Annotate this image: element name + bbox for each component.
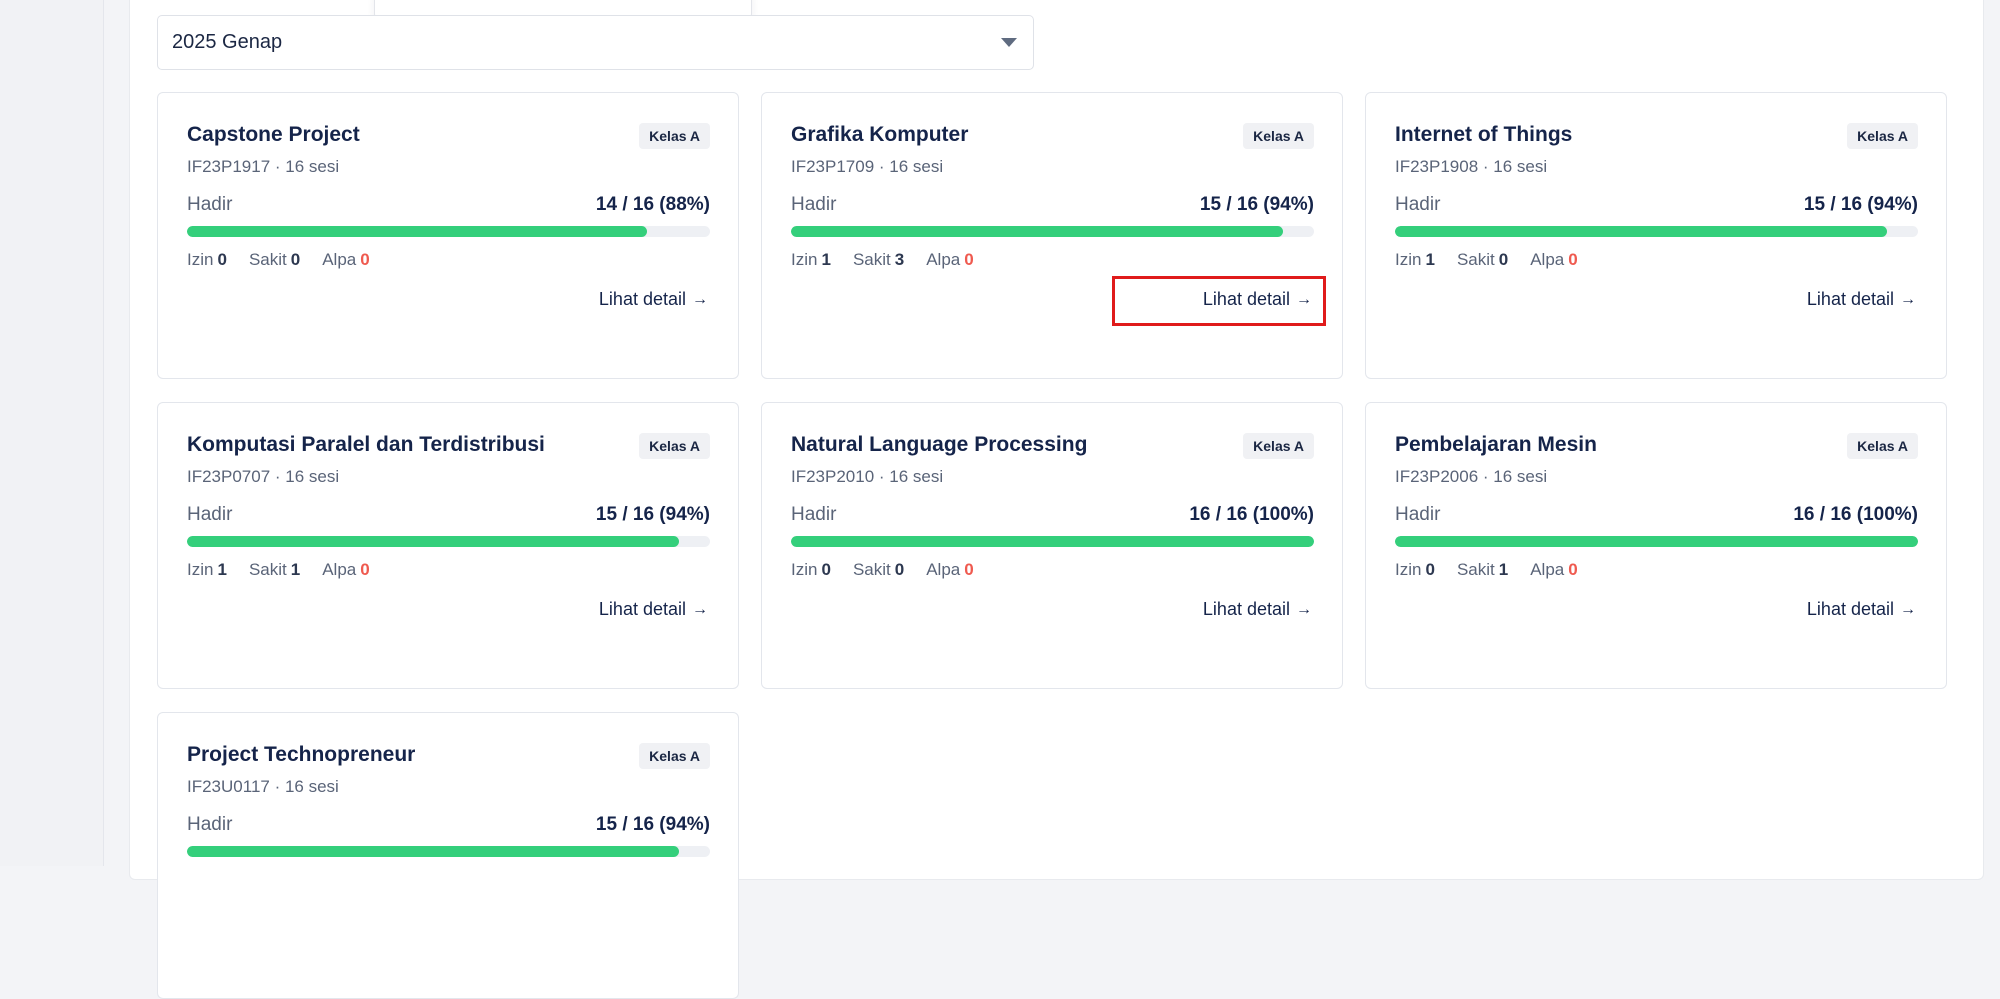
course-meta: IF23P2010 · 16 sesi — [791, 467, 944, 486]
attendance-progress — [1395, 536, 1918, 547]
attendance-progress — [791, 226, 1314, 237]
attendance-value: 14 / 16 (88%) — [595, 194, 710, 215]
course-card: Internet of Things Kelas A IF23P1908 · 1… — [1365, 92, 1947, 379]
attendance-progress-fill — [1395, 226, 1887, 237]
attendance-label: Hadir — [187, 814, 233, 835]
stat-alpa: Alpa 0 — [926, 250, 974, 269]
semester-select-value: 2025 Genap — [172, 31, 283, 53]
attendance-label: Hadir — [1395, 504, 1441, 525]
view-detail-link[interactable]: Lihat detail → — [1203, 289, 1312, 310]
attendance-stats: Izin 0 Sakit 0 Alpa 0 — [187, 250, 370, 270]
attendance-label: Hadir — [1395, 194, 1441, 215]
course-title: Pembelajaran Mesin — [1395, 433, 1597, 456]
stat-izin: Izin 1 — [1395, 250, 1435, 269]
attendance-progress-fill — [187, 226, 648, 237]
sidebar — [0, 0, 104, 866]
attendance-stats: Izin 0 Sakit 0 Alpa 0 — [791, 560, 974, 580]
attendance-stats: Izin 0 Sakit 1 Alpa 0 — [1395, 560, 1578, 580]
attendance-progress — [187, 536, 710, 547]
attendance-progress-fill — [1395, 536, 1918, 547]
stat-alpa: Alpa 0 — [322, 560, 370, 579]
attendance-progress — [187, 846, 710, 857]
class-badge: Kelas A — [639, 123, 710, 149]
course-meta: IF23P2006 · 16 sesi — [1395, 467, 1548, 486]
class-badge: Kelas A — [1847, 123, 1918, 149]
arrow-right-icon: → — [1296, 600, 1312, 618]
course-title: Natural Language Processing — [791, 433, 1088, 456]
course-card: Capstone Project Kelas A IF23P1917 · 16 … — [157, 92, 739, 379]
stat-sakit: Sakit 1 — [1456, 560, 1509, 579]
stat-alpa: Alpa 0 — [1530, 250, 1578, 269]
view-detail-link[interactable]: Lihat detail → — [1807, 599, 1916, 620]
class-badge: Kelas A — [639, 743, 710, 769]
class-badge: Kelas A — [1847, 433, 1918, 459]
attendance-progress — [187, 226, 710, 237]
attendance-value: 15 / 16 (94%) — [595, 504, 710, 525]
arrow-right-icon: → — [1900, 600, 1916, 618]
arrow-right-icon: → — [692, 290, 708, 308]
attendance-value: 15 / 16 (94%) — [595, 814, 710, 835]
course-meta: IF23P1709 · 16 sesi — [791, 157, 944, 176]
course-meta: IF23P0707 · 16 sesi — [187, 467, 340, 486]
attendance-value: 15 / 16 (94%) — [1803, 194, 1918, 215]
arrow-right-icon: → — [692, 600, 708, 618]
stat-izin: Izin 1 — [791, 250, 831, 269]
attendance-progress-fill — [791, 226, 1283, 237]
attendance-progress-fill — [791, 536, 1314, 547]
course-title: Grafika Komputer — [791, 123, 969, 146]
course-title: Internet of Things — [1395, 123, 1573, 146]
stat-sakit: Sakit 0 — [248, 250, 301, 269]
stat-izin: Izin 1 — [187, 560, 227, 579]
attendance-label: Hadir — [791, 194, 837, 215]
view-detail-link[interactable]: Lihat detail → — [599, 599, 708, 620]
course-title: Capstone Project — [187, 123, 360, 146]
stat-sakit: Sakit 0 — [852, 560, 905, 579]
arrow-right-icon: → — [1296, 290, 1312, 308]
course-card: Pembelajaran Mesin Kelas A IF23P2006 · 1… — [1365, 402, 1947, 689]
class-badge: Kelas A — [1243, 433, 1314, 459]
stat-alpa: Alpa 0 — [1530, 560, 1578, 579]
view-detail-link[interactable]: Lihat detail → — [1807, 289, 1916, 310]
arrow-right-icon: → — [1900, 290, 1916, 308]
course-card: Natural Language Processing Kelas A IF23… — [761, 402, 1343, 689]
attendance-label: Hadir — [187, 504, 233, 525]
course-meta: IF23P1917 · 16 sesi — [187, 157, 340, 176]
attendance-stats: Izin 1 Sakit 0 Alpa 0 — [1395, 250, 1578, 270]
attendance-progress-fill — [187, 846, 679, 857]
view-detail-link[interactable]: Lihat detail → — [1203, 599, 1312, 620]
attendance-stats: Izin 1 Sakit 3 Alpa 0 — [791, 250, 974, 270]
stat-sakit: Sakit 3 — [852, 250, 905, 269]
semester-select[interactable]: 2025 Genap — [157, 15, 1034, 70]
caret-down-icon — [1001, 38, 1017, 47]
attendance-value: 16 / 16 (100%) — [1793, 504, 1918, 525]
course-meta: IF23P1908 · 16 sesi — [1395, 157, 1548, 176]
view-detail-link[interactable]: Lihat detail → — [599, 289, 708, 310]
stat-alpa: Alpa 0 — [322, 250, 370, 269]
attendance-label: Hadir — [791, 504, 837, 525]
attendance-label: Hadir — [187, 194, 233, 215]
course-card: Grafika Komputer Kelas A IF23P1709 · 16 … — [761, 92, 1343, 379]
stat-izin: Izin 0 — [1395, 560, 1435, 579]
course-card: Komputasi Paralel dan Terdistribusi Kela… — [157, 402, 739, 689]
attendance-value: 16 / 16 (100%) — [1189, 504, 1314, 525]
attendance-progress — [791, 536, 1314, 547]
attendance-progress-fill — [187, 536, 679, 547]
course-card: Project Technopreneur Kelas A IF23U0117 … — [157, 712, 739, 999]
course-meta: IF23U0117 · 16 sesi — [187, 777, 339, 796]
attendance-value: 15 / 16 (94%) — [1199, 194, 1314, 215]
class-badge: Kelas A — [639, 433, 710, 459]
stat-izin: Izin 0 — [791, 560, 831, 579]
attendance-stats: Izin 1 Sakit 1 Alpa 0 — [187, 560, 370, 580]
attendance-progress — [1395, 226, 1918, 237]
stat-sakit: Sakit 0 — [1456, 250, 1509, 269]
course-title: Project Technopreneur — [187, 743, 416, 766]
stat-alpa: Alpa 0 — [926, 560, 974, 579]
stat-sakit: Sakit 1 — [248, 560, 301, 579]
course-title: Komputasi Paralel dan Terdistribusi — [187, 433, 545, 456]
class-badge: Kelas A — [1243, 123, 1314, 149]
stat-izin: Izin 0 — [187, 250, 227, 269]
